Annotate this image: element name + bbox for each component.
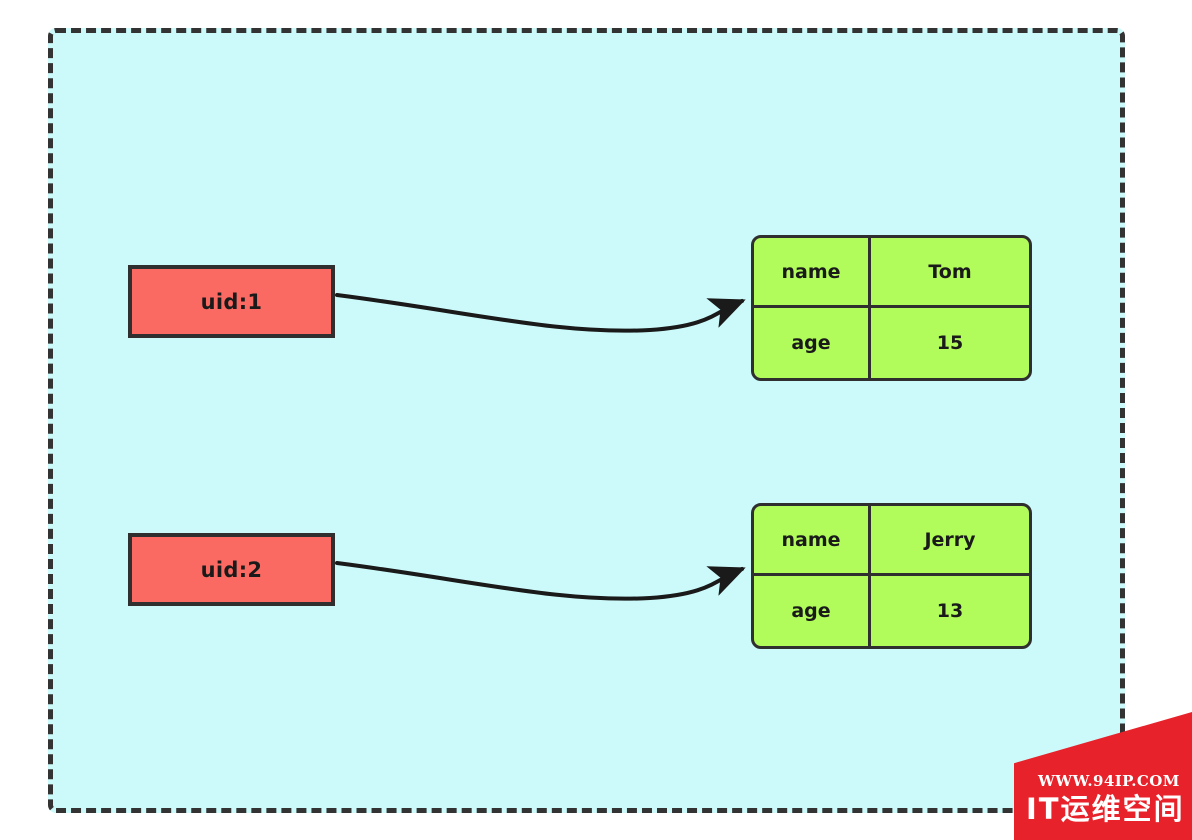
hash-table-2: name Jerry age 13: [751, 503, 1035, 649]
key-label: uid:2: [200, 557, 263, 582]
hash-field-cell: name: [751, 503, 871, 576]
watermark-banner: WWW.94IP.COM IT运维空间: [1014, 712, 1192, 840]
hash-row: age 15: [751, 305, 1035, 381]
hash-row: name Jerry: [751, 503, 1035, 576]
hash-value-cell: 15: [868, 305, 1032, 381]
dashed-container: [48, 28, 1125, 813]
hash-value-cell: Tom: [868, 235, 1032, 308]
diagram-canvas: uid:1 uid:2 name Tom age 15 name Jerry a…: [0, 0, 1192, 840]
watermark-name: IT运维空间: [1026, 792, 1185, 826]
hash-table-1: name Tom age 15: [751, 235, 1035, 381]
hash-value-cell: 13: [868, 573, 1032, 649]
key-box-uid-1: uid:1: [128, 265, 335, 338]
hash-field-cell: name: [751, 235, 871, 308]
key-box-uid-2: uid:2: [128, 533, 335, 606]
hash-field-cell: age: [751, 573, 871, 649]
hash-row: name Tom: [751, 235, 1035, 308]
hash-field-cell: age: [751, 305, 871, 381]
hash-row: age 13: [751, 573, 1035, 649]
key-label: uid:1: [200, 289, 263, 314]
hash-value-cell: Jerry: [868, 503, 1032, 576]
